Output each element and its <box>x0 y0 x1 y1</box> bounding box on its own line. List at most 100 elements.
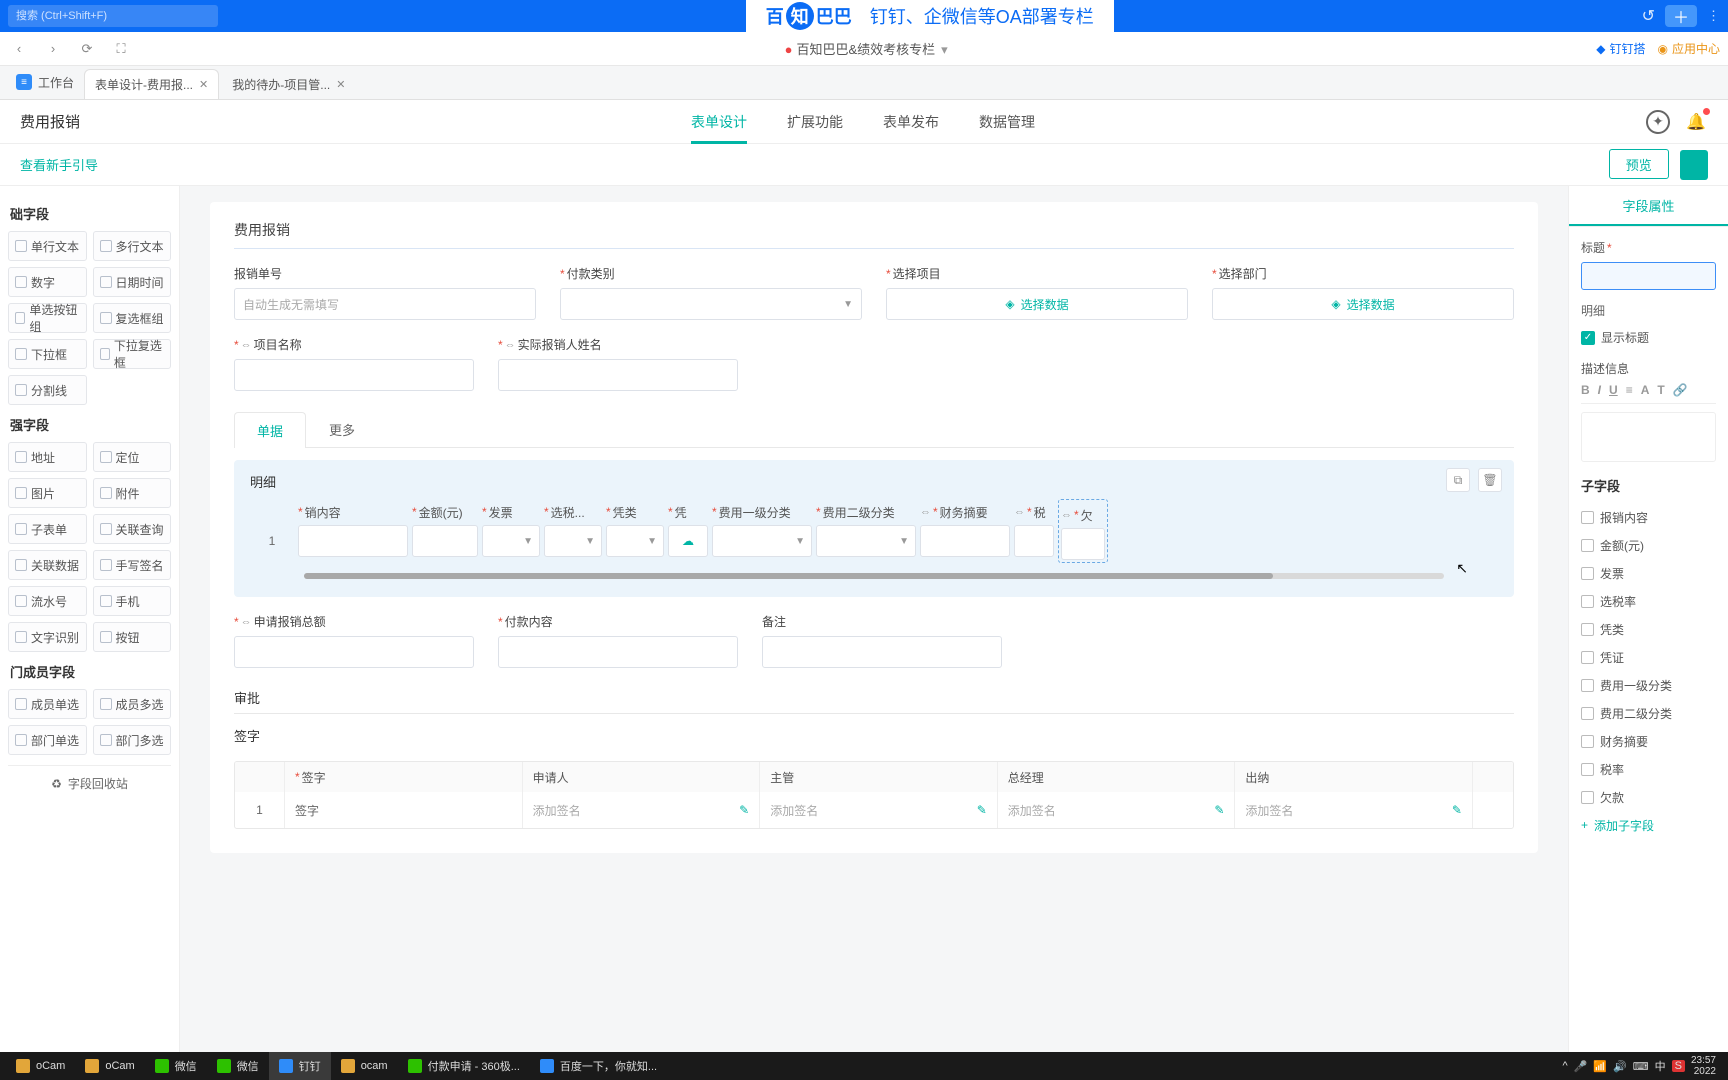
appcenter-link[interactable]: ◉ 应用中心 <box>1658 40 1721 57</box>
tab-publish[interactable]: 表单发布 <box>883 100 939 144</box>
table-cell-input[interactable]: ▼ <box>816 525 916 557</box>
add-signature-button[interactable]: 添加签名✎ <box>760 792 997 828</box>
add-signature-button[interactable]: 添加签名✎ <box>1235 792 1472 828</box>
tray-ime[interactable]: 中 <box>1655 1058 1666 1074</box>
taskbar-item[interactable]: 微信 <box>145 1052 207 1080</box>
total-amount-input[interactable] <box>234 636 474 668</box>
dingding-link[interactable]: ◆ 钉钉搭 <box>1596 40 1645 57</box>
field-palette-item[interactable]: 部门多选 <box>93 725 172 755</box>
subfield-item[interactable]: 财务摘要 <box>1581 727 1716 755</box>
field-palette-item[interactable]: 多行文本 <box>93 231 172 261</box>
subfield-item[interactable]: 费用二级分类 <box>1581 699 1716 727</box>
taskbar-item[interactable]: 微信 <box>207 1052 269 1080</box>
detail-tab-more[interactable]: 更多 <box>306 411 378 447</box>
preview-button[interactable]: 预览 <box>1609 149 1669 179</box>
field-palette-item[interactable]: 附件 <box>93 478 172 508</box>
taskbar-item[interactable]: 百度一下，你就知... <box>530 1052 667 1080</box>
underline-icon[interactable]: U <box>1609 383 1618 397</box>
payment-content-input[interactable] <box>498 636 738 668</box>
subfield-item[interactable]: 金额(元) <box>1581 531 1716 559</box>
table-cell-input[interactable] <box>412 525 478 557</box>
tab-extensions[interactable]: 扩展功能 <box>787 100 843 144</box>
select-department-button[interactable]: ◈选择数据 <box>1212 288 1514 320</box>
notification-icon[interactable]: 🔔 <box>1684 110 1708 134</box>
field-palette-item[interactable]: 复选框组 <box>93 303 172 333</box>
table-cell-input[interactable] <box>920 525 1010 557</box>
field-palette-item[interactable]: 手写签名 <box>93 550 172 580</box>
back-button[interactable]: ‹ <box>8 38 30 60</box>
detail-tab-single[interactable]: 单据 <box>234 412 306 448</box>
taskbar-item[interactable]: 付款申请 - 360极... <box>398 1052 530 1080</box>
form-title[interactable]: 费用报销 <box>234 220 1514 249</box>
field-palette-item[interactable]: 成员多选 <box>93 689 172 719</box>
field-palette-item[interactable]: 单行文本 <box>8 231 87 261</box>
order-number-input[interactable]: 自动生成无需填写 <box>234 288 536 320</box>
guide-link[interactable]: 查看新手引导 <box>20 155 98 174</box>
subfield-item[interactable]: 税率 <box>1581 755 1716 783</box>
tray-icon[interactable]: ⌨ <box>1633 1060 1649 1073</box>
size-icon[interactable]: T <box>1657 383 1664 397</box>
detail-subform[interactable]: ⧉ 🗑 明细 1*销内容*金额(元)*发票▼*选税...▼*凭类▼*凭☁*费用一… <box>234 460 1514 597</box>
forward-button[interactable]: › <box>42 38 64 60</box>
bold-icon[interactable]: B <box>1581 383 1590 397</box>
tray-icon[interactable]: 🎤 <box>1574 1060 1588 1073</box>
subfield-item[interactable]: 发票 <box>1581 559 1716 587</box>
link-icon[interactable]: 🔗 <box>1673 383 1688 397</box>
history-icon[interactable]: ↺ <box>1642 6 1655 26</box>
add-subfield-button[interactable]: + 添加子字段 <box>1581 811 1716 839</box>
field-palette-item[interactable]: 部门单选 <box>8 725 87 755</box>
field-palette-item[interactable]: 数字 <box>8 267 87 297</box>
payment-type-select[interactable]: ▼ <box>560 288 862 320</box>
subfield-item[interactable]: 凭证 <box>1581 643 1716 671</box>
field-palette-item[interactable]: 日期时间 <box>93 267 172 297</box>
reload-button[interactable]: ⟳ <box>76 38 98 60</box>
delete-button[interactable]: 🗑 <box>1478 468 1502 492</box>
tab-my-todo[interactable]: 我的待办-项目管... ✕ <box>221 69 356 99</box>
horizontal-scrollbar[interactable] <box>304 573 1444 579</box>
tab-form-design[interactable]: 表单设计-费用报... ✕ <box>84 69 219 99</box>
field-palette-item[interactable]: 文字识别 <box>8 622 87 652</box>
subfield-item[interactable]: 欠款 <box>1581 783 1716 811</box>
field-palette-item[interactable]: 图片 <box>8 478 87 508</box>
tab-form-design[interactable]: 表单设计 <box>691 100 747 144</box>
field-palette-item[interactable]: 下拉复选框 <box>93 339 172 369</box>
table-cell-input[interactable]: ▼ <box>606 525 664 557</box>
field-palette-item[interactable]: 定位 <box>93 442 172 472</box>
tray-icon[interactable]: 📶 <box>1593 1060 1607 1073</box>
table-cell-input[interactable] <box>298 525 408 557</box>
reimburse-name-input[interactable] <box>498 359 738 391</box>
description-editor[interactable] <box>1581 412 1716 462</box>
close-icon[interactable]: ✕ <box>336 78 345 91</box>
global-search-input[interactable]: 搜索 (Ctrl+Shift+F) <box>8 5 218 27</box>
table-cell-input[interactable] <box>1061 528 1105 560</box>
field-palette-item[interactable]: 地址 <box>8 442 87 472</box>
field-palette-item[interactable]: 按钮 <box>93 622 172 652</box>
field-palette-item[interactable]: 关联查询 <box>93 514 172 544</box>
field-palette-item[interactable]: 成员单选 <box>8 689 87 719</box>
field-recycle-bin[interactable]: ♻ 字段回收站 <box>8 765 171 801</box>
tray-ime[interactable]: S <box>1672 1060 1685 1072</box>
field-palette-item[interactable]: 手机 <box>93 586 172 616</box>
table-cell-input[interactable]: ▼ <box>712 525 812 557</box>
subfield-item[interactable]: 费用一级分类 <box>1581 671 1716 699</box>
tray-icon[interactable]: 🔊 <box>1613 1060 1627 1073</box>
field-palette-item[interactable]: 流水号 <box>8 586 87 616</box>
property-title-input[interactable] <box>1581 262 1716 290</box>
subfield-item[interactable]: 选税率 <box>1581 587 1716 615</box>
field-palette-item[interactable]: 分割线 <box>8 375 87 405</box>
tab-field-properties[interactable]: 字段属性 <box>1569 186 1728 226</box>
workbench-link[interactable]: ≡ 工作台 <box>6 65 84 99</box>
new-tab-button[interactable]: ＋ <box>1665 5 1697 27</box>
project-name-input[interactable] <box>234 359 474 391</box>
add-signature-button[interactable]: 添加签名✎ <box>523 792 760 828</box>
save-button[interactable] <box>1680 150 1708 180</box>
align-icon[interactable]: ≡ <box>1626 383 1633 397</box>
select-project-button[interactable]: ◈选择数据 <box>886 288 1188 320</box>
italic-icon[interactable]: I <box>1598 383 1601 397</box>
field-palette-item[interactable]: 关联数据 <box>8 550 87 580</box>
table-cell-input[interactable]: ▼ <box>544 525 602 557</box>
copy-button[interactable]: ⧉ <box>1446 468 1470 492</box>
tray-icon[interactable]: ^ <box>1562 1060 1567 1072</box>
field-palette-item[interactable]: 单选按钮组 <box>8 303 87 333</box>
sign-cell[interactable]: 签字 <box>285 792 522 828</box>
